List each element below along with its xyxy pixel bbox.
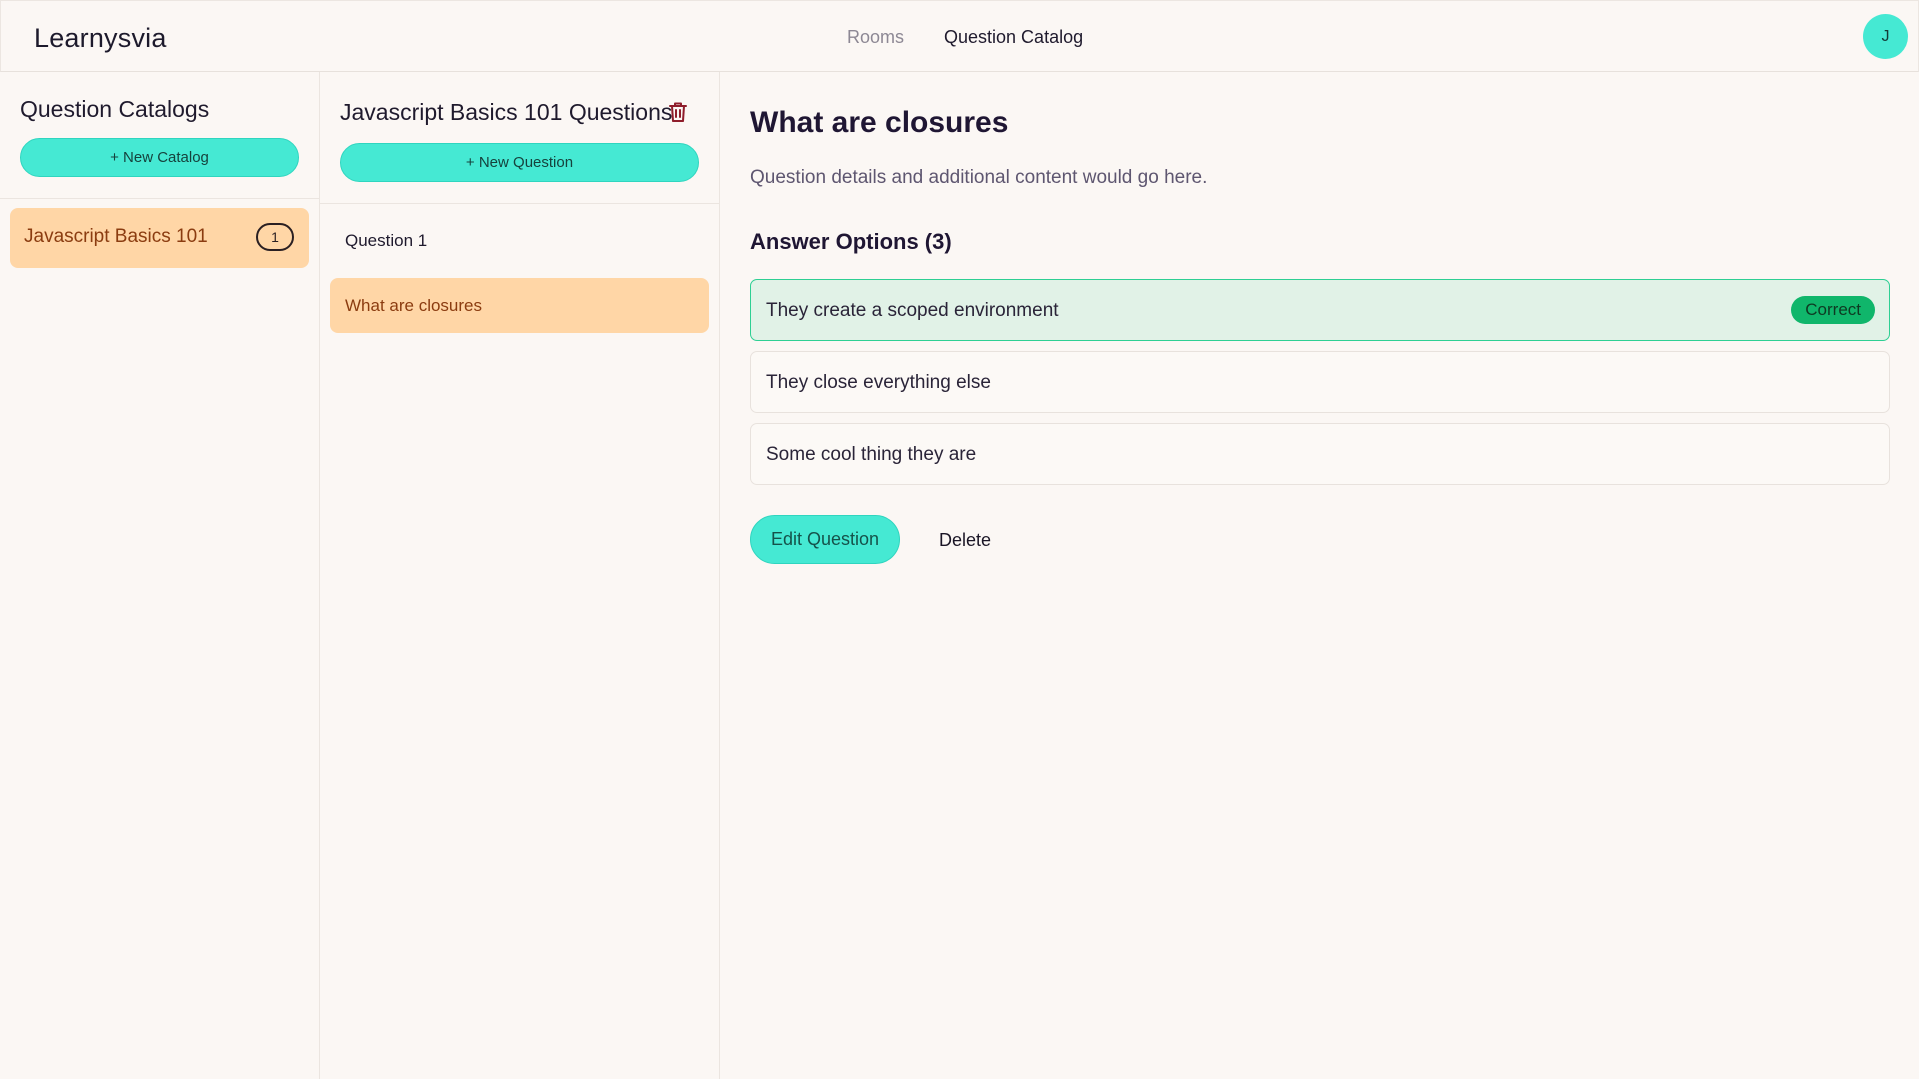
catalog-item-label: Javascript Basics 101	[24, 226, 208, 247]
brand-logo[interactable]: Learnysvia	[34, 23, 167, 54]
answer-text: They close everything else	[766, 372, 991, 393]
nav-rooms[interactable]: Rooms	[847, 27, 904, 48]
catalog-item[interactable]: Javascript Basics 101 1	[10, 208, 309, 268]
user-avatar[interactable]: J	[1863, 14, 1908, 59]
answer-option-correct[interactable]: They create a scoped environment Correct	[750, 279, 1890, 341]
question-item[interactable]: What are closures	[330, 278, 709, 333]
delete-question-button[interactable]: Delete	[939, 530, 991, 551]
questions-header: Javascript Basics 101 Questions + New Qu…	[320, 72, 719, 204]
questions-panel: Javascript Basics 101 Questions + New Qu…	[320, 72, 720, 1079]
answer-option[interactable]: Some cool thing they are	[750, 423, 1890, 485]
new-catalog-button[interactable]: + New Catalog	[20, 138, 299, 177]
question-title: What are closures	[750, 106, 1009, 139]
questions-title: Javascript Basics 101 Questions	[340, 99, 673, 125]
question-count-badge: 1	[256, 223, 294, 251]
catalogs-title: Question Catalogs	[20, 96, 210, 122]
catalogs-panel: Question Catalogs + New Catalog Javascri…	[0, 72, 320, 1079]
answer-option[interactable]: They close everything else	[750, 351, 1890, 413]
answer-text: They create a scoped environment	[766, 300, 1059, 321]
main-nav: Rooms Question Catalog	[847, 27, 1083, 48]
question-item-label: What are closures	[345, 296, 482, 315]
correct-badge: Correct	[1791, 296, 1875, 324]
answer-options-title: Answer Options (3)	[750, 229, 952, 254]
nav-question-catalog[interactable]: Question Catalog	[944, 27, 1083, 48]
question-group-label: Question 1	[345, 231, 428, 250]
answer-text: Some cool thing they are	[766, 444, 977, 465]
catalogs-header: Question Catalogs + New Catalog	[0, 72, 319, 199]
edit-question-button[interactable]: Edit Question	[750, 515, 900, 564]
trash-icon[interactable]	[667, 100, 689, 124]
top-bar: Learnysvia Rooms Question Catalog J	[0, 0, 1919, 72]
question-detail: What are closures Question details and a…	[720, 72, 1919, 1079]
new-question-button[interactable]: + New Question	[340, 143, 699, 182]
question-description: Question details and additional content …	[750, 167, 1208, 188]
